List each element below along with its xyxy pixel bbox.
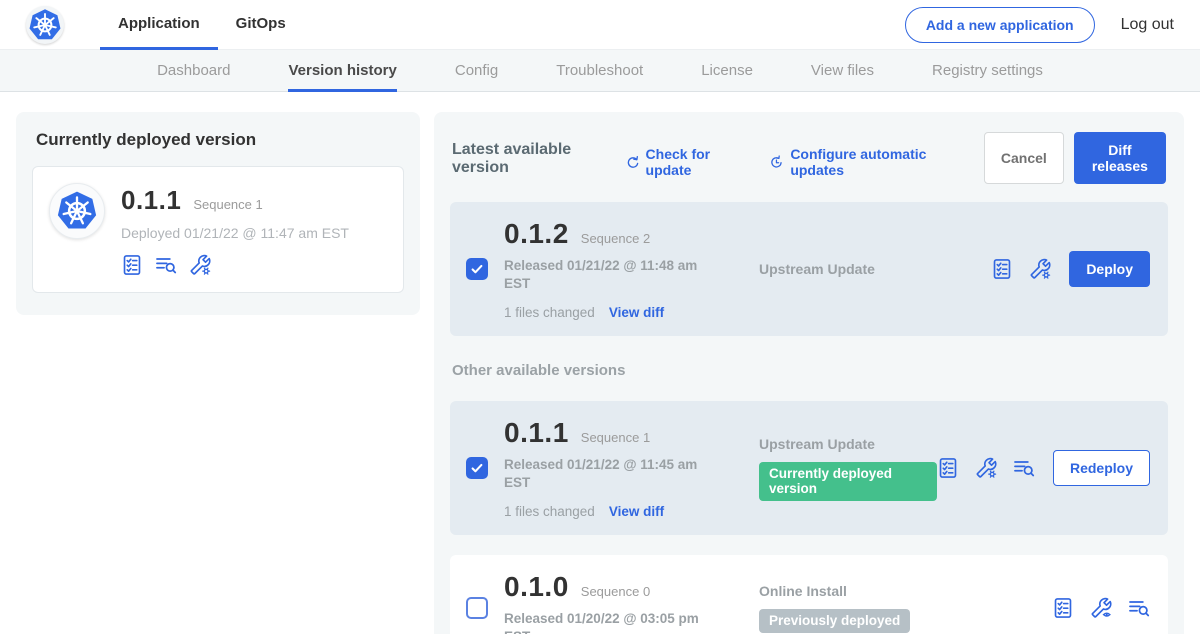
currently-deployed-card: Currently deployed version 0.1.1 Sequenc… bbox=[16, 112, 420, 315]
version-meta: Online Install Previously deployed bbox=[719, 583, 1052, 633]
released-timestamp: Released 01/21/22 @ 11:48 am EST bbox=[504, 257, 719, 292]
version-row-0-1-0: 0.1.0 Sequence 0 Released 01/20/22 @ 03:… bbox=[450, 555, 1168, 634]
version-sequence: Sequence 1 bbox=[581, 430, 650, 445]
subnav-registry-settings[interactable]: Registry settings bbox=[932, 50, 1043, 92]
edit-config-icon[interactable] bbox=[1029, 258, 1051, 280]
version-actions: Redeploy bbox=[937, 450, 1152, 486]
version-sequence: Sequence 0 bbox=[581, 584, 650, 599]
edit-config-icon[interactable] bbox=[189, 254, 211, 276]
version-meta: Upstream Update bbox=[719, 261, 991, 277]
previously-deployed-badge: Previously deployed bbox=[759, 609, 910, 633]
released-timestamp: Released 01/21/22 @ 11:45 am EST bbox=[504, 456, 719, 491]
add-new-application-button[interactable]: Add a new application bbox=[905, 7, 1095, 43]
check-icon bbox=[469, 261, 485, 277]
logout-link[interactable]: Log out bbox=[1121, 16, 1174, 34]
check-icon bbox=[469, 460, 485, 476]
configure-automatic-updates-label: Configure automatic updates bbox=[790, 146, 960, 178]
deploy-logs-icon[interactable] bbox=[1128, 597, 1150, 619]
version-number: 0.1.0 bbox=[504, 571, 569, 603]
deployed-version-sequence: Sequence 1 bbox=[193, 197, 262, 212]
preflight-checks-icon[interactable] bbox=[121, 254, 143, 276]
subnav-config[interactable]: Config bbox=[455, 50, 498, 92]
currently-deployed-title: Currently deployed version bbox=[36, 130, 400, 150]
version-number: 0.1.2 bbox=[504, 218, 569, 250]
subnav-version-history[interactable]: Version history bbox=[288, 50, 396, 92]
version-number: 0.1.1 bbox=[504, 417, 569, 449]
refresh-icon bbox=[625, 154, 640, 171]
deployed-timestamp: Deployed 01/21/22 @ 11:47 am EST bbox=[121, 225, 349, 241]
deploy-logs-icon[interactable] bbox=[1013, 457, 1035, 479]
version-info: 0.1.2 Sequence 2 Released 01/21/22 @ 11:… bbox=[504, 218, 719, 320]
version-meta: Upstream Update Currently deployed versi… bbox=[719, 436, 937, 501]
currently-deployed-badge: Currently deployed version bbox=[759, 462, 937, 501]
app-icon bbox=[49, 183, 105, 239]
top-nav-right: Add a new application Log out bbox=[905, 7, 1174, 43]
subnav-license[interactable]: License bbox=[701, 50, 753, 92]
tab-gitops[interactable]: GitOps bbox=[218, 0, 304, 50]
deployed-version-actions bbox=[121, 254, 349, 276]
version-info: 0.1.0 Sequence 0 Released 01/20/22 @ 03:… bbox=[504, 571, 719, 634]
top-nav-tabs: Application GitOps bbox=[100, 0, 304, 50]
other-available-versions-title: Other available versions bbox=[452, 362, 1166, 379]
version-checkbox[interactable] bbox=[466, 258, 488, 280]
subnav-dashboard[interactable]: Dashboard bbox=[157, 50, 230, 92]
version-source: Upstream Update bbox=[759, 436, 937, 452]
version-source: Upstream Update bbox=[759, 261, 991, 277]
released-timestamp: Released 01/20/22 @ 03:05 pm EST bbox=[504, 610, 719, 634]
version-sequence: Sequence 2 bbox=[581, 231, 650, 246]
deployed-version-info: 0.1.1 Sequence 1 Deployed 01/21/22 @ 11:… bbox=[121, 183, 349, 276]
deployed-version-box: 0.1.1 Sequence 1 Deployed 01/21/22 @ 11:… bbox=[32, 166, 404, 293]
preflight-checks-icon[interactable] bbox=[1052, 597, 1074, 619]
deployed-version-number: 0.1.1 bbox=[121, 185, 181, 216]
diff-releases-button[interactable]: Diff releases bbox=[1074, 132, 1166, 184]
version-source: Online Install bbox=[759, 583, 1052, 599]
redeploy-button[interactable]: Redeploy bbox=[1053, 450, 1150, 486]
version-info: 0.1.1 Sequence 1 Released 01/21/22 @ 11:… bbox=[504, 417, 719, 519]
version-row-0-1-2: 0.1.2 Sequence 2 Released 01/21/22 @ 11:… bbox=[450, 202, 1168, 336]
tab-application[interactable]: Application bbox=[100, 0, 218, 50]
view-diff-link[interactable]: View diff bbox=[609, 305, 664, 320]
version-checkbox[interactable] bbox=[466, 457, 488, 479]
latest-available-title: Latest available version bbox=[452, 141, 611, 177]
version-row-0-1-1: 0.1.1 Sequence 1 Released 01/21/22 @ 11:… bbox=[450, 401, 1168, 535]
subnav-troubleshoot[interactable]: Troubleshoot bbox=[556, 50, 643, 92]
configure-automatic-updates-link[interactable]: Configure automatic updates bbox=[769, 146, 959, 178]
check-for-update-link[interactable]: Check for update bbox=[625, 146, 746, 178]
app-sub-nav: Dashboard Version history Config Trouble… bbox=[0, 50, 1200, 92]
kubernetes-logo-icon bbox=[26, 6, 64, 44]
latest-available-header: Latest available version Check for updat… bbox=[452, 134, 1166, 184]
subnav-view-files[interactable]: View files bbox=[811, 50, 874, 92]
deploy-logs-icon[interactable] bbox=[155, 254, 177, 276]
view-diff-link[interactable]: View diff bbox=[609, 504, 664, 519]
top-nav: Application GitOps Add a new application… bbox=[0, 0, 1200, 50]
deploy-button[interactable]: Deploy bbox=[1069, 251, 1150, 287]
version-actions bbox=[1052, 597, 1152, 619]
files-changed: 1 files changed bbox=[504, 305, 595, 320]
files-changed: 1 files changed bbox=[504, 504, 595, 519]
header-actions: Cancel Diff releases bbox=[984, 132, 1166, 184]
version-history-panel: Latest available version Check for updat… bbox=[434, 112, 1184, 634]
check-for-update-label: Check for update bbox=[646, 146, 746, 178]
schedule-icon bbox=[769, 154, 784, 171]
preflight-checks-icon[interactable] bbox=[991, 258, 1013, 280]
version-checkbox[interactable] bbox=[466, 597, 488, 619]
edit-config-icon[interactable] bbox=[975, 457, 997, 479]
cancel-button[interactable]: Cancel bbox=[984, 132, 1064, 184]
view-config-icon[interactable] bbox=[1090, 597, 1112, 619]
preflight-checks-icon[interactable] bbox=[937, 457, 959, 479]
version-actions: Deploy bbox=[991, 251, 1152, 287]
main-content: Currently deployed version 0.1.1 Sequenc… bbox=[0, 92, 1200, 634]
